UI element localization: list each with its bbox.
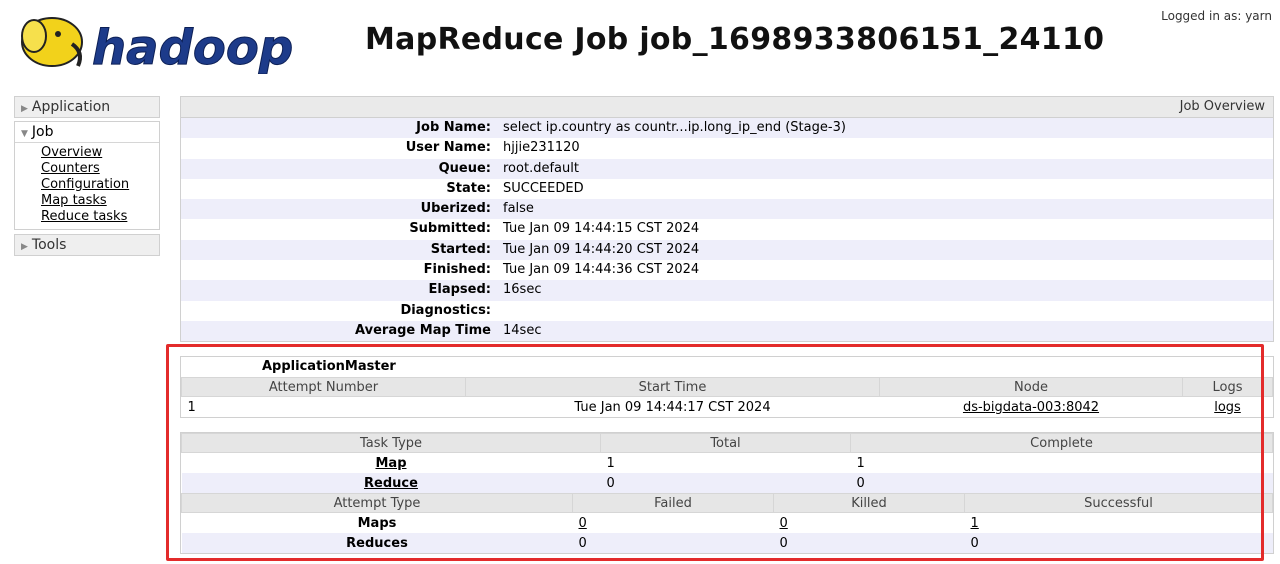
overview-value: hjjie231120	[503, 140, 580, 156]
sidebar-nav: ▶ Application ▼ Job Overview Counters Conf…	[14, 96, 160, 259]
overview-row: Queue: root.default	[181, 158, 1273, 179]
nav-link-overview[interactable]: Overview	[41, 145, 102, 160]
login-info: Logged in as: yarn	[1161, 9, 1272, 23]
overview-label: Average Map Time	[355, 322, 491, 338]
nav-link-reduce-tasks[interactable]: Reduce tasks	[41, 209, 127, 224]
overview-value: 16sec	[503, 282, 542, 298]
overview-row: Job Name: select ip.country as countr...i…	[181, 118, 1273, 139]
nav-job-section: ▼ Job Overview Counters Configuration Map…	[14, 121, 160, 230]
nav-tools[interactable]: ▶ Tools	[14, 234, 160, 256]
overview-row: State: SUCCEEDED	[181, 179, 1273, 199]
overview-value: false	[503, 201, 534, 217]
page-title: MapReduce Job job_1698933806151_24110	[365, 22, 1105, 57]
overview-value: Tue Jan 09 14:44:36 CST 2024	[503, 262, 700, 278]
overview-value: Tue Jan 09 14:44:20 CST 2024	[503, 241, 700, 257]
nav-application-label: Application	[31, 99, 111, 115]
nav-link-counters[interactable]: Counters	[41, 161, 100, 176]
job-overview-rows: Job Name: select ip.country as countr...i…	[181, 118, 1273, 342]
overview-label: Submitted:	[409, 221, 491, 237]
overview-row: Uberized: false	[181, 199, 1273, 220]
header: hadoop MapReduce Job job_1698933806151_2…	[0, 0, 1280, 90]
overview-label: Elapsed:	[428, 282, 491, 298]
overview-label: Diagnostics:	[400, 302, 491, 318]
overview-value: SUCCEEDED	[503, 180, 584, 196]
overview-label: User Name:	[405, 140, 491, 156]
chevron-right-icon: ▶	[21, 242, 28, 252]
job-links: Overview Counters Configuration Map task…	[15, 143, 159, 229]
overview-label: Queue:	[438, 160, 491, 176]
overview-label: Uberized:	[420, 201, 491, 217]
job-overview-panel: Job Overview Job Name: select ip.country …	[180, 96, 1274, 343]
overview-row: Elapsed: 16sec	[181, 280, 1273, 301]
overview-value: root.default	[503, 160, 579, 176]
nav-job-label: Job	[31, 124, 54, 140]
overview-label: Job Name:	[416, 120, 491, 135]
overview-row: Submitted: Tue Jan 09 14:44:15 CST 2024	[181, 219, 1273, 239]
nav-job[interactable]: ▼ Job	[15, 122, 159, 143]
hadoop-logo: hadoop	[21, 17, 294, 74]
highlight-box	[166, 344, 1264, 561]
nav-tools-label: Tools	[31, 237, 67, 253]
overview-value: select ip.country as countr...ip.long_ip…	[503, 120, 846, 135]
chevron-down-icon: ▼	[21, 129, 28, 139]
overview-label: Finished:	[423, 262, 491, 278]
overview-value: 14sec	[503, 322, 542, 338]
logo-text: hadoop	[92, 20, 293, 74]
overview-row: Average Map Time 14sec	[181, 320, 1273, 342]
overview-label: Started:	[430, 241, 491, 257]
overview-row: User Name: hjjie231120	[181, 138, 1273, 158]
overview-row: Finished: Tue Jan 09 14:44:36 CST 2024	[181, 260, 1273, 280]
nav-application[interactable]: ▶ Application	[14, 96, 160, 118]
nav-link-configuration[interactable]: Configuration	[41, 177, 129, 192]
chevron-right-icon: ▶	[21, 104, 28, 114]
overview-row: Started: Tue Jan 09 14:44:20 CST 2024	[181, 239, 1273, 261]
nav-link-map-tasks[interactable]: Map tasks	[41, 193, 107, 208]
job-overview-heading: Job Overview	[181, 97, 1273, 118]
overview-label: State:	[446, 180, 491, 196]
overview-row: Diagnostics:	[181, 301, 1273, 321]
overview-value: Tue Jan 09 14:44:15 CST 2024	[503, 221, 700, 237]
